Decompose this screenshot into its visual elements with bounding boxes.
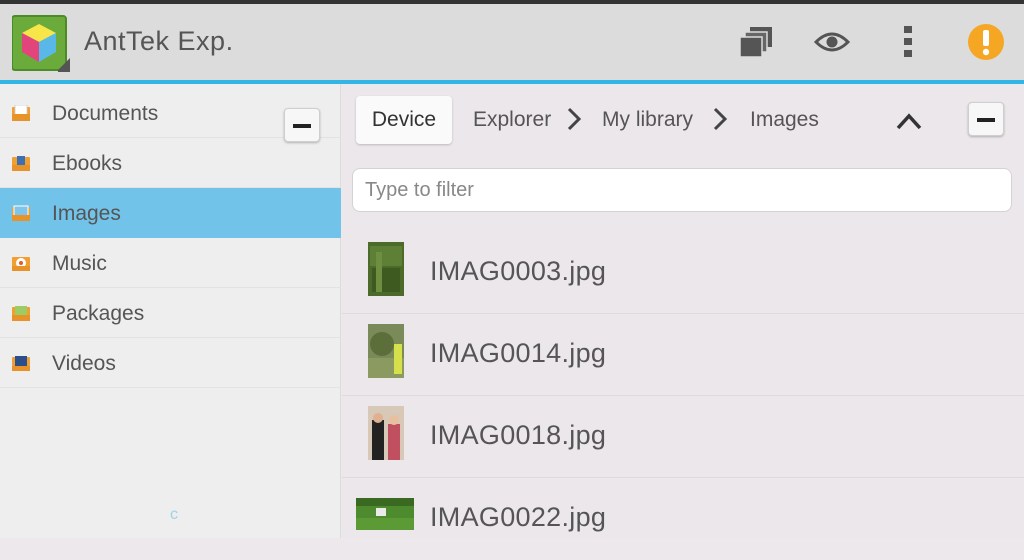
sidebar-item-label: Images <box>52 202 121 225</box>
file-row[interactable]: IMAG0003.jpg <box>342 232 1024 314</box>
file-name: IMAG0018.jpg <box>430 420 607 450</box>
app-title: AntTek Exp. <box>84 26 234 56</box>
sidebar-item-label: Videos <box>52 352 116 375</box>
videos-icon <box>12 356 30 371</box>
breadcrumb-explorer[interactable]: Explorer <box>473 108 551 132</box>
breadcrumb-collapse-button[interactable] <box>968 102 1004 136</box>
ebooks-icon <box>12 156 30 171</box>
sidebar-item-label: Music <box>52 252 107 275</box>
breadcrumb-my-library[interactable]: My library <box>602 108 693 132</box>
overflow-menu-button[interactable] <box>884 18 932 66</box>
app-logo-icon[interactable] <box>12 14 70 72</box>
navigate-up-button[interactable] <box>890 104 928 138</box>
chevron-up-icon <box>896 113 922 130</box>
chevron-right-icon <box>713 107 728 131</box>
sidebar-item-images[interactable]: Images <box>0 188 341 238</box>
music-icon <box>12 257 30 271</box>
images-icon <box>12 205 30 221</box>
sidebar-item-label: Documents <box>52 102 159 125</box>
breadcrumb-device[interactable]: Device <box>356 96 452 144</box>
breadcrumb: Device Explorer My library Images <box>342 84 1024 156</box>
sidebar-item-ebooks[interactable]: Ebooks <box>0 138 341 188</box>
filter-input[interactable] <box>352 168 1012 212</box>
sidebar-item-label: Packages <box>52 302 145 325</box>
file-row[interactable]: IMAG0018.jpg <box>342 396 1024 478</box>
file-name: IMAG0014.jpg <box>430 338 607 368</box>
sidebar-collapse-button[interactable] <box>284 108 320 142</box>
sidebar-footer-glyph: c <box>170 506 178 523</box>
warning-icon <box>968 24 1004 60</box>
eye-icon <box>814 32 850 52</box>
file-row[interactable]: IMAG0014.jpg <box>342 314 1024 396</box>
copy-icon <box>739 27 772 58</box>
sidebar-item-label: Ebooks <box>52 152 123 175</box>
sidebar-item-music[interactable]: Music <box>0 238 341 288</box>
sidebar-item-packages[interactable]: Packages <box>0 288 341 338</box>
sidebar-item-videos[interactable]: Videos <box>0 338 341 388</box>
file-row[interactable]: IMAG0022.jpg <box>342 478 1024 560</box>
packages-icon <box>12 306 30 321</box>
image-thumbnail-icon <box>356 498 414 530</box>
notification-button[interactable] <box>962 18 1010 66</box>
view-button[interactable] <box>808 18 856 66</box>
image-thumbnail-icon <box>368 406 404 460</box>
overflow-menu-icon <box>904 26 912 57</box>
file-name: IMAG0022.jpg <box>430 502 607 532</box>
breadcrumb-images[interactable]: Images <box>750 108 819 132</box>
file-browser: Device Explorer My library Images IMAG00… <box>342 84 1024 538</box>
copy-button[interactable] <box>732 18 780 66</box>
image-thumbnail-icon <box>368 242 404 296</box>
file-name: IMAG0003.jpg <box>430 256 607 286</box>
image-thumbnail-icon <box>368 324 404 378</box>
action-bar: AntTek Exp. <box>0 4 1024 80</box>
documents-icon <box>12 105 30 121</box>
library-sidebar: Documents Ebooks Images Music Packages V… <box>0 84 341 538</box>
chevron-right-icon <box>567 107 582 131</box>
